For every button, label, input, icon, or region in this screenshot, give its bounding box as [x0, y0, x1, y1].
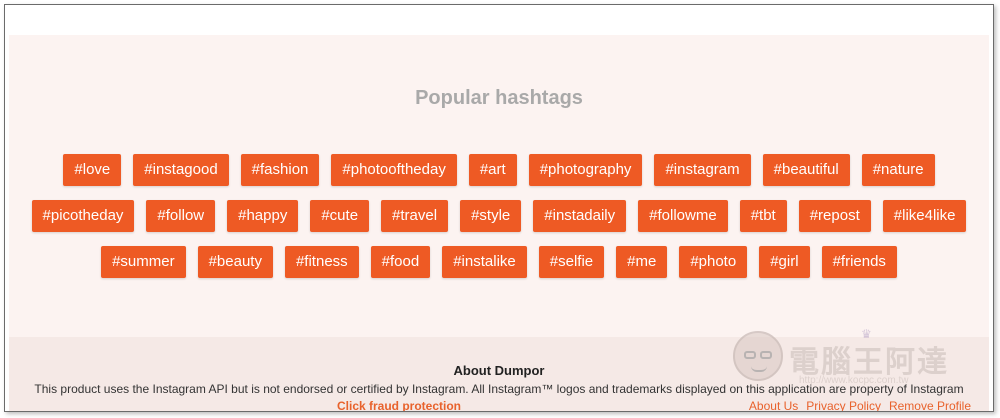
section-title: Popular hashtags — [415, 87, 583, 109]
hashtag-repost[interactable]: #repost — [798, 200, 871, 232]
hashtag-love[interactable]: #love — [63, 154, 122, 186]
page-frame: Popular hashtags #love #instagood #fashi… — [4, 4, 994, 412]
hashtag-art[interactable]: #art — [468, 154, 517, 186]
footer-heading: About Dumpor — [453, 363, 545, 378]
hashtag-picotheday[interactable]: #picotheday — [31, 200, 135, 232]
hashtag-photooftheday[interactable]: #photooftheday — [331, 154, 457, 186]
hashtag-row-1: #love #instagood #fashion #photooftheday… — [9, 154, 989, 186]
hashtags-section: Popular hashtags #love #instagood #fashi… — [9, 35, 989, 337]
hashtag-like4like[interactable]: #like4like — [882, 200, 967, 232]
hashtag-row-3: #summer #beauty #fitness #food #instalik… — [9, 246, 989, 278]
hashtag-girl[interactable]: #girl — [759, 246, 810, 278]
footer-links: About Us Privacy Policy Remove Profile — [749, 399, 971, 411]
hashtag-row-2: #picotheday #follow #happy #cute #travel… — [9, 200, 989, 232]
hashtag-beauty[interactable]: #beauty — [197, 246, 273, 278]
remove-profile-link[interactable]: Remove Profile — [889, 399, 971, 411]
hashtag-instagood[interactable]: #instagood — [133, 154, 229, 186]
hashtag-cute[interactable]: #cute — [310, 200, 370, 232]
hashtag-followme[interactable]: #followme — [638, 200, 728, 232]
hashtag-fitness[interactable]: #fitness — [284, 246, 359, 278]
privacy-policy-link[interactable]: Privacy Policy — [806, 399, 881, 411]
hashtag-beautiful[interactable]: #beautiful — [762, 154, 850, 186]
hashtag-instalike[interactable]: #instalike — [442, 246, 527, 278]
hashtag-summer[interactable]: #summer — [101, 246, 186, 278]
hashtag-selfie[interactable]: #selfie — [538, 246, 605, 278]
hashtag-photography[interactable]: #photography — [528, 154, 643, 186]
click-fraud-protection-link[interactable]: Click fraud protection — [9, 399, 789, 411]
hashtag-photo[interactable]: #photo — [679, 246, 748, 278]
hashtag-nature[interactable]: #nature — [861, 154, 935, 186]
footer-disclaimer: This product uses the Instagram API but … — [34, 382, 964, 396]
hashtag-tbt[interactable]: #tbt — [739, 200, 787, 232]
hashtag-fashion[interactable]: #fashion — [240, 154, 320, 186]
hashtag-instadaily[interactable]: #instadaily — [533, 200, 627, 232]
hashtag-travel[interactable]: #travel — [381, 200, 449, 232]
hashtag-style[interactable]: #style — [460, 200, 522, 232]
hashtag-happy[interactable]: #happy — [227, 200, 299, 232]
hashtag-follow[interactable]: #follow — [146, 200, 216, 232]
hashtag-me[interactable]: #me — [616, 246, 668, 278]
footer: About Dumpor This product uses the Insta… — [9, 337, 989, 411]
hashtag-instagram[interactable]: #instagram — [654, 154, 751, 186]
hashtag-friends[interactable]: #friends — [821, 246, 897, 278]
top-strip — [5, 5, 993, 35]
hashtag-food[interactable]: #food — [370, 246, 431, 278]
about-us-link[interactable]: About Us — [749, 399, 798, 411]
